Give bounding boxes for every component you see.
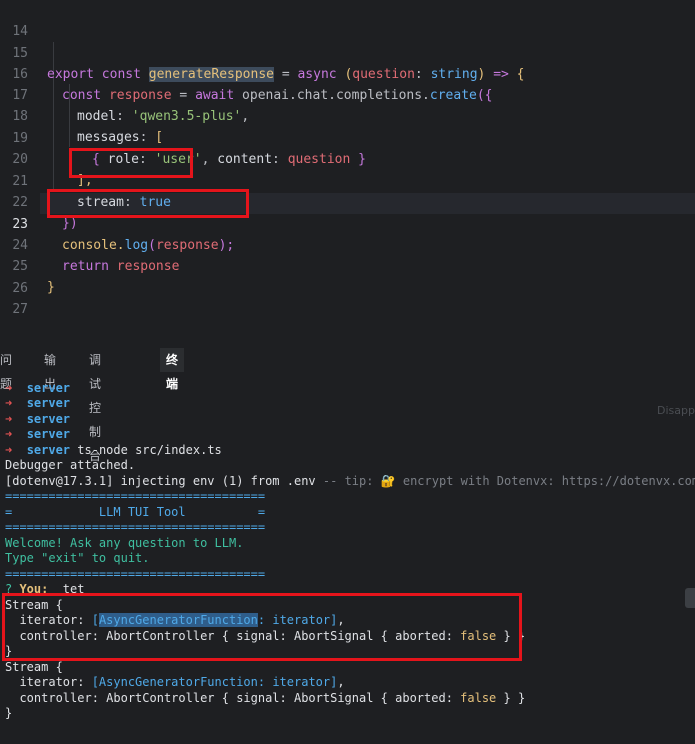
terminal-line: = LLM TUI Tool = (5, 505, 266, 519)
side-hint-text: Disapp (657, 404, 695, 417)
terminal-line: ==================================== (5, 489, 266, 503)
terminal-line: controller: AbortController { signal: Ab… (5, 691, 526, 705)
tab-output[interactable]: 输出 (38, 348, 62, 391)
code-line-17: 17 model: 'qwen3.5-plus', (0, 64, 695, 124)
annotation-box-console-log (47, 189, 249, 218)
terminal-line: ➜ server (5, 412, 71, 426)
code-line-27: 27 (0, 278, 695, 317)
code-line-16: 16 const response = await openai.chat.co… (0, 43, 695, 103)
line-number: 27 (12, 302, 28, 317)
terminal-line: ➜ server (5, 381, 71, 395)
code-line-25: 25 } (0, 235, 695, 295)
terminal-line: Type "exit" to quit. (5, 551, 150, 565)
scroll-handle[interactable] (685, 588, 695, 608)
terminal-line: Debugger attached. (5, 458, 136, 472)
code-editor[interactable]: 14 15 export const generateResponse = as… (0, 0, 695, 340)
terminal-line: ➜ server (5, 427, 71, 441)
terminal-line: Stream { (5, 660, 63, 674)
terminal-line: ==================================== (5, 520, 266, 534)
code-line-15: 15 export const generateResponse = async… (0, 22, 695, 82)
code-line-26: 26 (0, 257, 695, 296)
terminal-line: ➜ server ts-node src/index.ts (5, 443, 222, 457)
tab-problems[interactable]: 问题 (0, 348, 18, 391)
annotation-box-stream (69, 148, 193, 178)
tab-terminal[interactable]: 终端 (160, 348, 185, 391)
tab-debug-console[interactable]: 调试控制台 (83, 348, 107, 463)
terminal-line: ➜ server (5, 396, 71, 410)
terminal-line: Welcome! Ask any question to LLM. (5, 536, 244, 550)
code-line-20: 20 ], (0, 128, 695, 188)
terminal-line: [dotenv@17.3.1] injecting env (1) from .… (5, 474, 695, 488)
code-line-14: 14 (0, 0, 695, 39)
terminal-line: ==================================== (5, 567, 266, 581)
code-line-18: 18 messages: [ (0, 85, 695, 145)
terminal-line: } (5, 706, 13, 720)
code-line-19: 19 { role: 'user', content: question } (0, 107, 695, 167)
terminal-line: iterator: [AsyncGeneratorFunction: itera… (5, 675, 345, 689)
annotation-box-stream-output (2, 593, 522, 661)
